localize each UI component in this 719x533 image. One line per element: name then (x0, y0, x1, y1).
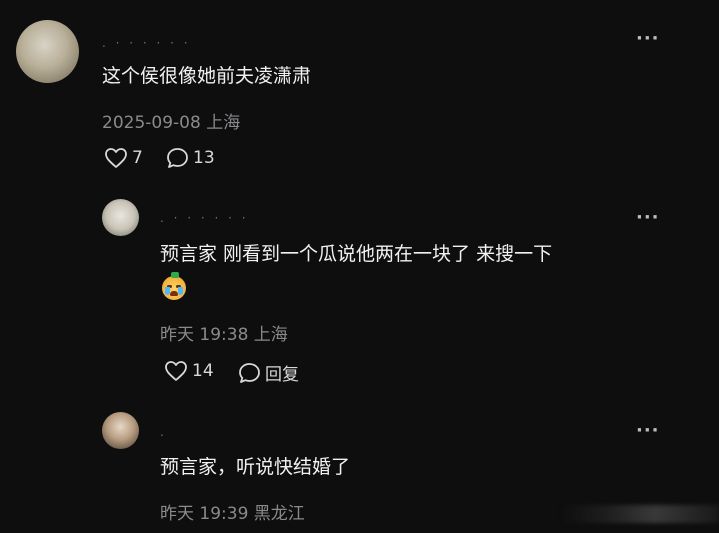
comment-bubble-icon (166, 147, 189, 169)
reply-meta: 昨天 19:39 黑龙江 (160, 504, 305, 524)
heart-icon (104, 147, 128, 169)
reply-label: 回复 (265, 365, 299, 385)
heart-icon (164, 360, 188, 382)
avatar[interactable] (16, 20, 79, 83)
reply-count: 13 (193, 148, 215, 168)
comment-text: 这个侯很像她前夫凌潇肃 (102, 65, 312, 87)
reply-text: 预言家 刚看到一个瓜说他两在一块了 来搜一下 (160, 243, 553, 265)
like-button[interactable]: 7 (104, 147, 143, 169)
like-count: 7 (132, 148, 143, 168)
reply-button[interactable]: 回复 (238, 360, 299, 385)
comment-bubble-icon (238, 362, 261, 384)
comment-meta: 2025-09-08 上海 (102, 113, 241, 133)
reply-count-button[interactable]: 13 (166, 147, 215, 169)
reply-text: 预言家，听说快结婚了 (160, 456, 351, 478)
more-options-icon[interactable]: ··· (636, 422, 660, 440)
like-button[interactable]: 14 (164, 360, 214, 382)
avatar[interactable] (102, 199, 139, 236)
avatar[interactable] (102, 412, 139, 449)
username[interactable]: . · · · · · · (160, 211, 249, 225)
username[interactable]: . · · · · · · (102, 36, 191, 50)
reply-meta: 昨天 19:38 上海 (160, 325, 288, 345)
watermark-blur (559, 505, 719, 523)
like-count: 14 (192, 361, 214, 381)
more-options-icon[interactable]: ··· (636, 30, 660, 48)
crying-emoji-icon (162, 272, 186, 300)
username[interactable]: . (160, 425, 167, 439)
more-options-icon[interactable]: ··· (636, 209, 660, 227)
